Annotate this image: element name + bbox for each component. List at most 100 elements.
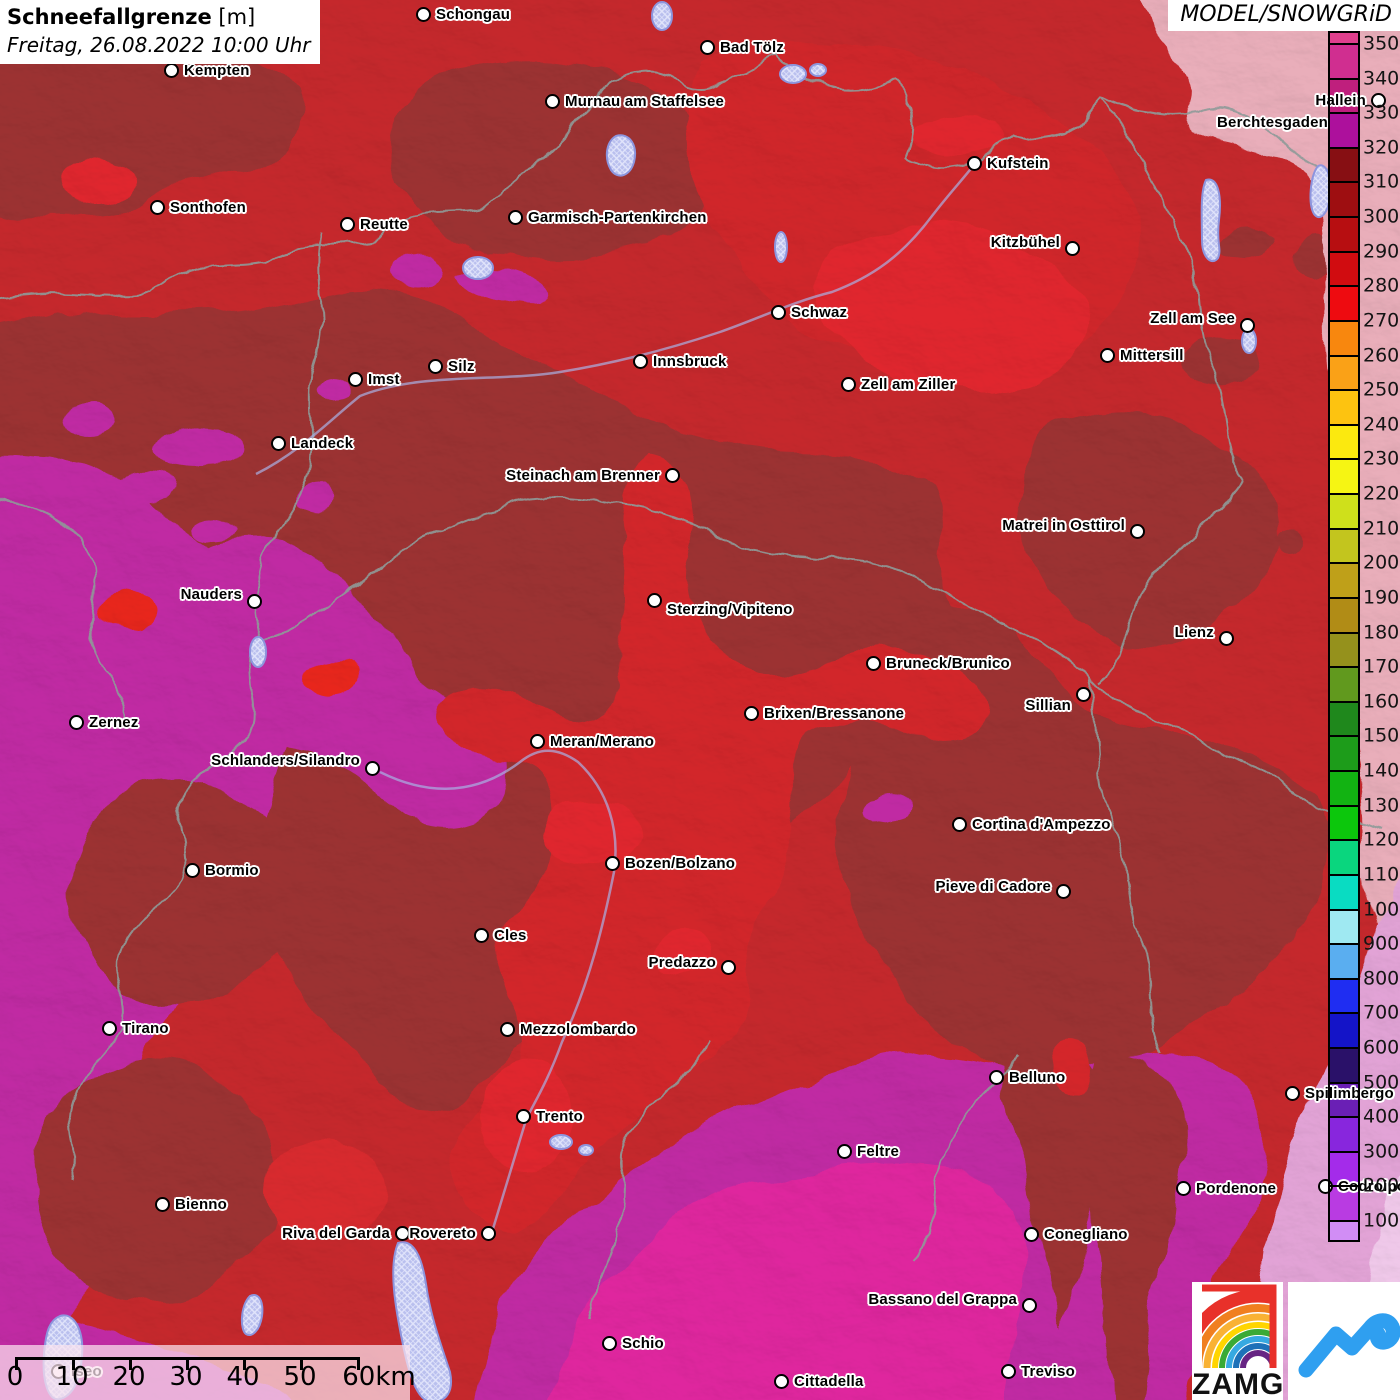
colorbar-tick-label: 3100 — [1363, 171, 1400, 194]
product-unit: [m] — [211, 5, 256, 29]
city-label: Mezzolombardo — [520, 1021, 636, 1038]
city-marker: Innsbruck — [633, 353, 726, 370]
city-label: Cles — [494, 927, 527, 944]
city-label: Predazzo — [648, 954, 716, 971]
city-label: Nauders — [180, 586, 242, 603]
colorbar-tick-label: 2800 — [1363, 274, 1400, 297]
colorbar-tick — [1330, 319, 1358, 322]
colorbar-cell — [1330, 597, 1358, 633]
city-marker: Bad Tölz — [700, 39, 784, 56]
colorbar-cell — [1330, 320, 1358, 356]
colorbar-tick-label: 3400 — [1363, 67, 1400, 90]
city-dot — [474, 928, 489, 943]
colorbar-cell — [1330, 874, 1358, 910]
city-marker: Schio — [602, 1335, 664, 1352]
city-label: Cortina d'Ampezzo — [972, 816, 1111, 833]
city-dot — [647, 593, 662, 608]
colorbar-tick-label: 2700 — [1363, 309, 1400, 332]
city-marker: Kitzbühel — [991, 234, 1080, 257]
city-dot — [841, 377, 856, 392]
colorbar-cell — [1330, 459, 1358, 495]
colorbar-tick — [1330, 735, 1358, 738]
colorbar-tick-label: 1300 — [1363, 794, 1400, 817]
city-dot — [416, 7, 431, 22]
colorbar-tick — [1330, 354, 1358, 357]
scale-bar: 0 10 20 30 40 50 60km — [0, 1345, 416, 1400]
city-label: Riva del Garda — [282, 1225, 390, 1242]
colorbar-tick-label: 2500 — [1363, 378, 1400, 401]
colorbar-cell — [1330, 1117, 1358, 1152]
colorbar-tick-label: 1700 — [1363, 655, 1400, 678]
city-label: Feltre — [857, 1143, 900, 1160]
scale-bar-label: 0 — [6, 1362, 24, 1392]
city-dot — [1176, 1181, 1191, 1196]
colorbar-cell — [1330, 217, 1358, 252]
city-marker: Bassano del Grappa — [868, 1291, 1037, 1314]
colorbar-tick — [1330, 112, 1358, 115]
colorbar-cell — [1330, 286, 1358, 321]
city-label: Zell am See — [1150, 310, 1235, 327]
colorbar-tick-label: 3300 — [1363, 101, 1400, 124]
city-label: Bassano del Grappa — [868, 1291, 1017, 1308]
city-dot — [721, 960, 736, 975]
city-label: Schwaz — [791, 304, 848, 321]
colorbar-tick — [1330, 1116, 1358, 1119]
city-label: Landeck — [291, 435, 354, 452]
colorbar-tick-label: 2400 — [1363, 413, 1400, 436]
colorbar-tick — [1330, 631, 1358, 634]
city-marker: Rovereto — [409, 1225, 496, 1242]
city-marker: Cortina d'Ampezzo — [952, 816, 1111, 833]
city-marker: Zell am Ziller — [841, 376, 956, 393]
title-box: Schneefallgrenze [m] Freitag, 26.08.2022… — [0, 0, 320, 64]
colorbar-cell — [1330, 355, 1358, 391]
city-marker: Treviso — [1001, 1363, 1075, 1380]
colorbar-cell — [1330, 390, 1358, 425]
city-marker: Kufstein — [967, 155, 1049, 172]
colorbar-tick-label: 2100 — [1363, 517, 1400, 540]
colorbar-tick-label: 1100 — [1363, 863, 1400, 886]
city-marker: Mezzolombardo — [500, 1021, 636, 1038]
colorbar-tick — [1330, 146, 1358, 149]
snow-mountain-icon — [1298, 1313, 1400, 1378]
city-marker: Mittersill — [1100, 347, 1184, 364]
city-dot — [837, 1144, 852, 1159]
colorbar-tick-label: 1800 — [1363, 621, 1400, 644]
colorbar-tick — [1330, 181, 1358, 184]
colorbar-tick-label: 3200 — [1363, 136, 1400, 159]
city-marker: Predazzo — [649, 954, 736, 976]
colorbar-tick-label: 100 — [1363, 1209, 1400, 1232]
city-marker: Meran/Merano — [530, 733, 654, 750]
colorbar-tick — [1330, 873, 1358, 876]
city-dot — [602, 1336, 617, 1351]
city-dot — [700, 40, 715, 55]
city-dot — [744, 706, 759, 721]
city-dot — [481, 1226, 496, 1241]
colorbar-tick-label: 2900 — [1363, 240, 1400, 263]
colorbar-cell — [1330, 978, 1358, 1014]
colorbar-cell — [1330, 840, 1358, 875]
colorbar-tick — [1330, 77, 1358, 80]
city-label: Mittersill — [1120, 347, 1184, 364]
city-dot — [1240, 318, 1255, 333]
colorbar-tick-label: 1400 — [1363, 759, 1400, 782]
colorbar-tick-label: 1200 — [1363, 828, 1400, 851]
city-label: Tirano — [122, 1020, 169, 1037]
colorbar-tick-label: 800 — [1363, 967, 1400, 990]
city-dot — [500, 1022, 515, 1037]
city-dot — [1065, 241, 1080, 256]
colorbar-tick-label: 3000 — [1363, 205, 1400, 228]
colorbar-cell — [1330, 632, 1358, 668]
city-label: Belluno — [1009, 1069, 1066, 1086]
colorbar-cell — [1330, 147, 1358, 183]
colorbar-tick — [1330, 1220, 1358, 1223]
city-dot — [508, 210, 523, 225]
city-label: Zell am Ziller — [861, 376, 956, 393]
colorbar-tick — [1330, 1046, 1358, 1049]
city-marker: Garmisch-Partenkirchen — [508, 209, 707, 226]
city-dot — [866, 656, 881, 671]
colorbar-cell — [1330, 701, 1358, 737]
city-label: Pieve di Cadore — [935, 878, 1051, 895]
city-dot — [1056, 884, 1071, 899]
city-label: Bruneck/Brunico — [886, 655, 1010, 672]
city-dot — [516, 1109, 531, 1124]
